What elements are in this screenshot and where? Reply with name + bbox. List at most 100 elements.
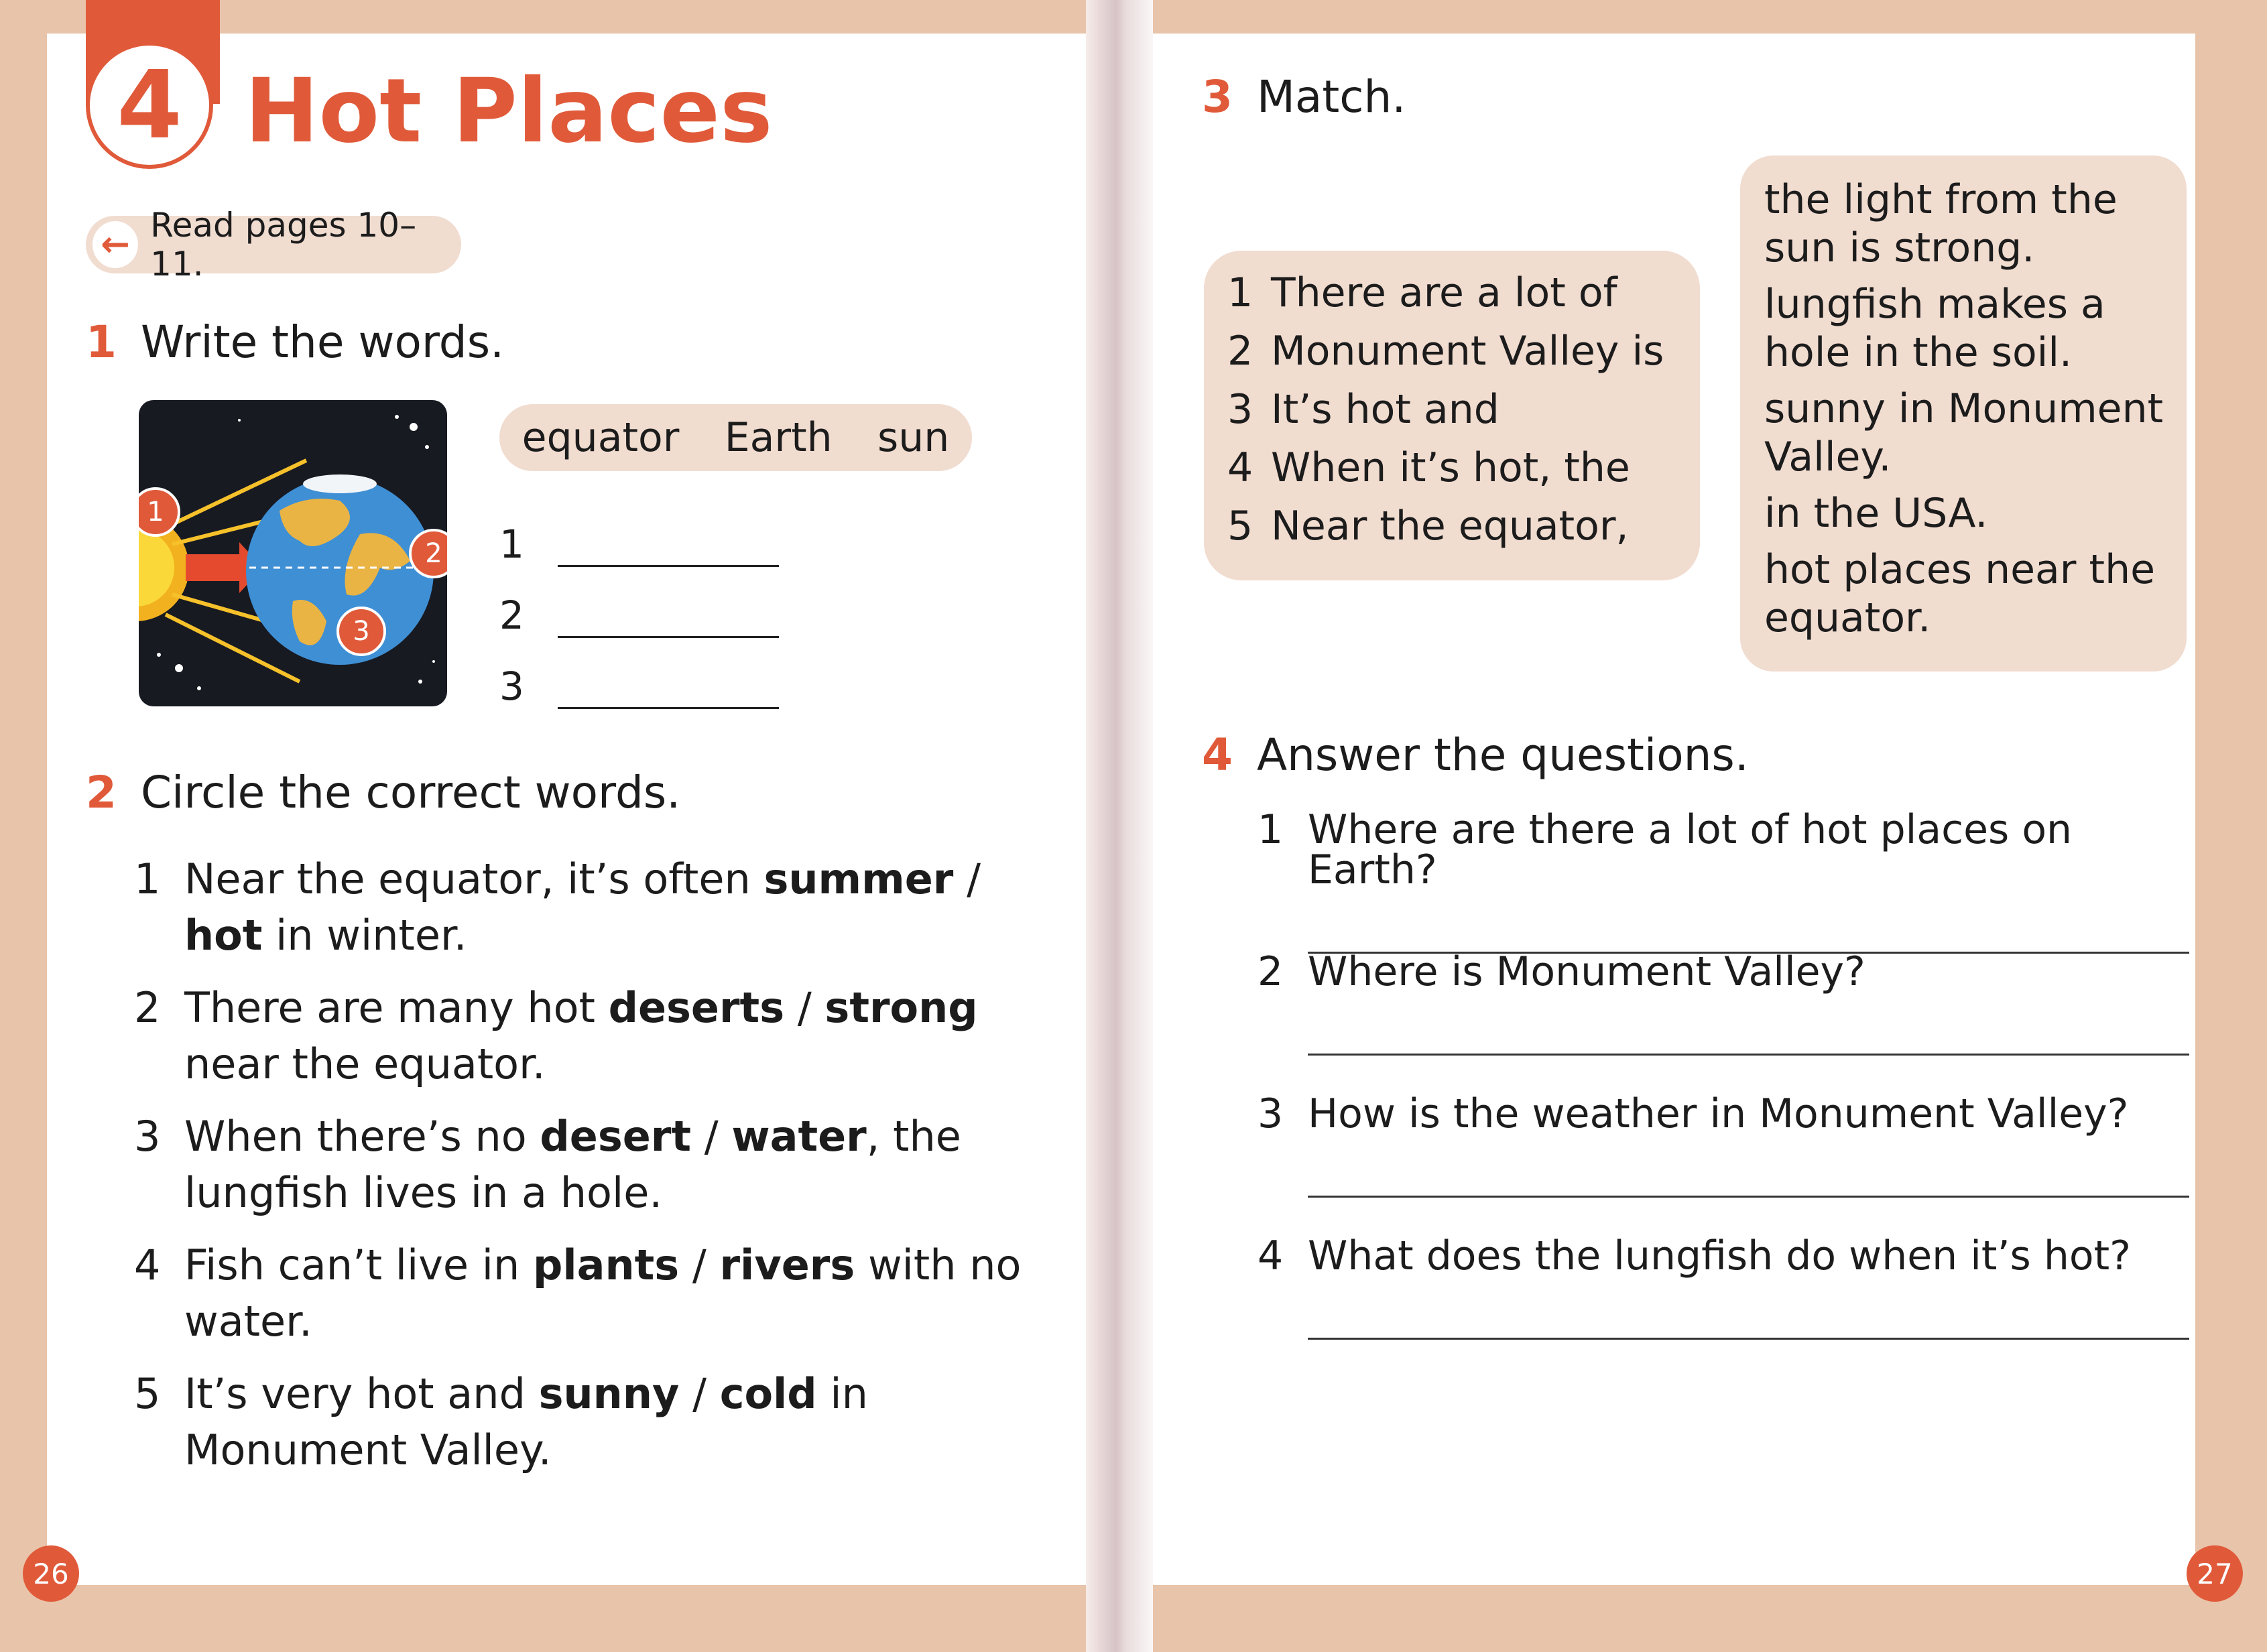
option-word[interactable]: water: [731, 1112, 866, 1161]
option-word[interactable]: plants: [533, 1241, 679, 1289]
item-number: 5: [134, 1369, 161, 1418]
item-text: There are many hot: [184, 983, 609, 1032]
question-text: Where are there a lot of hot places on E…: [1308, 806, 2073, 893]
question-text: Where is Monument Valley?: [1308, 948, 1865, 995]
separator: /: [784, 983, 825, 1032]
answer-line[interactable]: [1308, 1196, 2189, 1198]
word-earth: Earth: [724, 414, 833, 461]
question-number: 2: [1258, 948, 1284, 995]
item-number: 3: [1227, 386, 1253, 433]
item-text: When there’s no: [184, 1112, 540, 1161]
match-left-item[interactable]: 1 There are a lot of: [1227, 264, 1700, 322]
separator: /: [679, 1369, 720, 1418]
blank-number: 1: [499, 521, 524, 567]
word-equator: equator: [522, 414, 680, 461]
exercise-title: Answer the questions.: [1256, 729, 1749, 781]
unit-title: Hot Places: [245, 60, 773, 163]
match-left-item[interactable]: 3 It’s hot and: [1227, 381, 1700, 439]
exercise-3-heading: 3 Match.: [1202, 75, 1406, 119]
blank-number: 3: [499, 663, 524, 709]
item-text: It’s very hot and: [184, 1369, 539, 1418]
question-number: 1: [1258, 806, 1284, 853]
book-gutter: [1086, 0, 1153, 1652]
item-number: 3: [134, 1112, 161, 1161]
separator: /: [691, 1112, 732, 1161]
answer-blank-2[interactable]: 2: [499, 592, 779, 638]
separator: /: [679, 1241, 720, 1289]
arrow-left-icon: ←: [93, 221, 139, 268]
list-item: 3 When there’s no desert / water, the lu…: [134, 1108, 1073, 1221]
question-number: 4: [1258, 1232, 1284, 1279]
exercise-title: Write the words.: [140, 316, 505, 368]
item-number: 5: [1227, 503, 1253, 550]
list-item: 2 There are many hot deserts / strong ne…: [134, 980, 1073, 1092]
answer-blank-1[interactable]: 1: [499, 521, 779, 567]
exercise-4-heading: 4 Answer the questions.: [1202, 733, 1749, 777]
circle-words-list: 1 Near the equator, it’s often summer / …: [134, 851, 1073, 1495]
item-text: in winter.: [262, 911, 467, 960]
word-sun: sun: [877, 414, 950, 461]
blank-line[interactable]: [557, 525, 779, 567]
exercise-2-heading: 2 Circle the correct words.: [86, 771, 680, 815]
match-right-item[interactable]: hot places near the equator.: [1764, 546, 2173, 642]
picture-label-3: 3: [336, 607, 386, 656]
item-text: Monument Valley is: [1271, 328, 1664, 375]
item-text: There are a lot of: [1271, 269, 1617, 316]
page-number-right: 27: [2187, 1545, 2243, 1602]
question-number: 3: [1258, 1090, 1284, 1137]
exercise-number: 1: [86, 316, 117, 368]
item-number: 1: [1227, 269, 1253, 316]
item-number: 4: [134, 1241, 161, 1289]
blank-line[interactable]: [557, 596, 779, 638]
answer-line[interactable]: [1308, 1338, 2189, 1340]
questions-list: 1 Where are there a lot of hot places on …: [1258, 810, 2189, 1378]
item-number: 1: [134, 854, 161, 903]
match-left-item[interactable]: 2 Monument Valley is: [1227, 322, 1700, 381]
list-item: 5 It’s very hot and sunny / cold in Monu…: [134, 1366, 1073, 1478]
blank-line[interactable]: [557, 667, 779, 709]
answer-blank-3[interactable]: 3: [499, 663, 779, 709]
match-right-item[interactable]: lungfish makes a hole in the soil.: [1764, 280, 2173, 377]
item-number: 2: [134, 983, 161, 1032]
blank-number: 2: [499, 592, 524, 638]
exercise-1-heading: 1 Write the words.: [86, 320, 504, 365]
match-right-item[interactable]: in the USA.: [1764, 489, 2173, 537]
answer-line[interactable]: [1308, 1054, 2189, 1056]
match-left-box: 1 There are a lot of 2 Monument Valley is …: [1204, 251, 1700, 580]
question-item: 3 How is the weather in Monument Valley?: [1258, 1094, 2189, 1236]
option-word[interactable]: deserts: [609, 983, 785, 1032]
option-word[interactable]: summer: [764, 854, 954, 903]
match-right-item[interactable]: sunny in Monument Valley.: [1764, 385, 2173, 481]
earth-sun-illustration: 1 2 3: [139, 400, 447, 706]
word-box: equator Earth sun: [499, 404, 972, 471]
option-word[interactable]: strong: [824, 983, 977, 1032]
option-word[interactable]: cold: [720, 1369, 817, 1418]
match-left-item[interactable]: 5 Near the equator,: [1227, 497, 1700, 556]
item-text: near the equator.: [184, 1039, 546, 1088]
exercise-number: 4: [1202, 729, 1233, 781]
read-pages-pill: ← Read pages 10–11.: [86, 206, 461, 283]
match-right-item[interactable]: the light from the sun is strong.: [1764, 176, 2173, 272]
item-text: When it’s hot, the: [1271, 444, 1630, 491]
page-number-left: 26: [23, 1545, 79, 1602]
question-text: What does the lungfish do when it’s hot?: [1308, 1232, 2131, 1279]
option-word[interactable]: sunny: [539, 1369, 680, 1418]
exercise-title: Match.: [1256, 71, 1406, 123]
item-number: 2: [1227, 328, 1253, 375]
item-text: Near the equator, it’s often: [184, 854, 764, 903]
item-text: It’s hot and: [1271, 386, 1499, 433]
exercise-number: 2: [86, 767, 117, 818]
option-word[interactable]: desert: [540, 1112, 691, 1161]
exercise-number: 3: [1202, 71, 1233, 123]
option-word[interactable]: hot: [184, 911, 262, 960]
item-text: Fish can’t live in: [184, 1241, 534, 1289]
question-text: How is the weather in Monument Valley?: [1308, 1090, 2129, 1137]
option-word[interactable]: rivers: [719, 1241, 855, 1289]
question-item: 4 What does the lungfish do when it’s hot…: [1258, 1236, 2189, 1378]
space-image: [139, 400, 447, 706]
item-text: Near the equator,: [1271, 503, 1629, 550]
match-left-item[interactable]: 4 When it’s hot, the: [1227, 439, 1700, 497]
read-pages-text: Read pages 10–11.: [150, 206, 417, 283]
question-item: 1 Where are there a lot of hot places on …: [1258, 806, 2189, 954]
match-right-box: the light from the sun is strong. lungfi…: [1740, 155, 2187, 672]
